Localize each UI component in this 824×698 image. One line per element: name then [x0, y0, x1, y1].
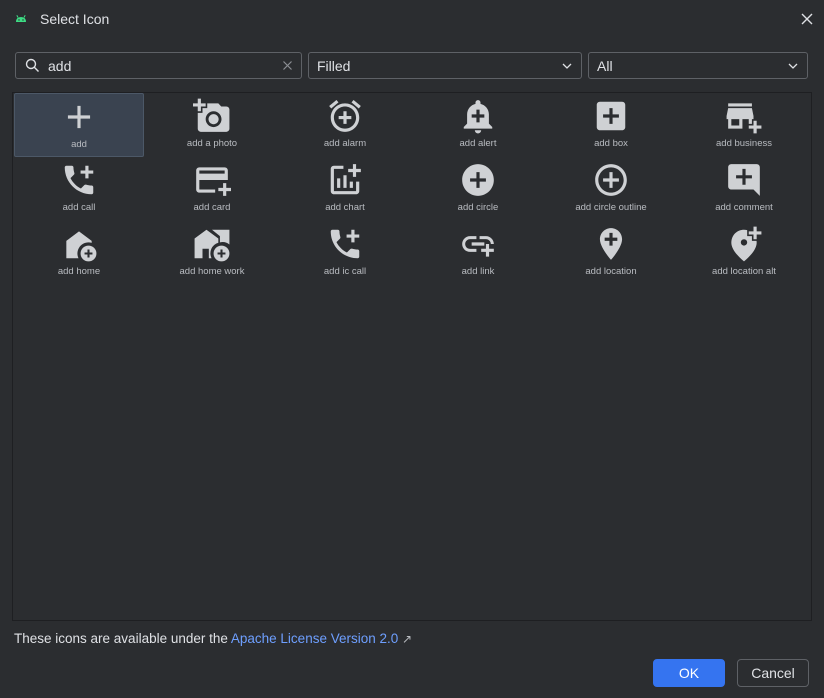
icon-label: add alert — [459, 138, 497, 149]
icon-grid: add add a photo add alarm add alert add — [14, 93, 812, 285]
add-alarm-icon — [329, 99, 361, 132]
icon-cell-add-alarm[interactable]: add alarm — [280, 93, 410, 157]
icon-label: add card — [193, 202, 231, 213]
android-icon — [16, 15, 26, 22]
close-icon[interactable] — [798, 10, 816, 28]
external-link-icon: ↗ — [402, 632, 413, 646]
add-card-icon — [196, 167, 231, 196]
search-box — [15, 52, 302, 79]
icon-label: add a photo — [186, 138, 238, 149]
icon-label: add home work — [179, 266, 245, 277]
license-text: These icons are available under the — [14, 631, 231, 646]
icon-label: add chart — [325, 202, 365, 213]
chevron-down-icon — [788, 63, 798, 69]
icon-label: add call — [62, 202, 96, 213]
icon-label: add location — [585, 266, 637, 277]
add-ic-call-icon — [330, 229, 360, 259]
style-dropdown-value: Filled — [317, 58, 351, 74]
icon-cell-add[interactable]: add — [14, 93, 144, 157]
icon-label: add — [71, 139, 87, 150]
icon-cell-add-location[interactable]: add location — [546, 221, 676, 285]
icon-cell-add-comment[interactable]: add comment — [679, 157, 809, 221]
add-home-work-icon — [194, 229, 230, 262]
license-note: These icons are available under the Apac… — [14, 631, 412, 646]
add-circle-outline-icon — [595, 164, 627, 196]
icon-cell-add-box[interactable]: add box — [546, 93, 676, 157]
icon-cell-add-a-photo[interactable]: add a photo — [147, 93, 277, 157]
add-alert-icon — [463, 100, 493, 134]
style-dropdown[interactable]: Filled — [308, 52, 582, 79]
icon-label: add link — [461, 266, 495, 277]
add-home-icon — [66, 231, 97, 262]
icon-cell-add-home[interactable]: add home — [14, 221, 144, 285]
add-circle-icon — [462, 164, 494, 196]
add-location-icon — [599, 228, 623, 260]
icon-label: add circle — [457, 202, 499, 213]
add-box-icon — [596, 101, 626, 131]
cancel-button[interactable]: Cancel — [737, 659, 809, 687]
ok-button[interactable]: OK — [653, 659, 725, 687]
search-icon — [25, 58, 39, 72]
add-chart-icon — [330, 164, 361, 195]
icon-cell-add-circle-outline[interactable]: add circle outline — [546, 157, 676, 221]
category-dropdown-value: All — [597, 58, 613, 74]
add-a-photo-icon — [193, 98, 230, 132]
icon-label: add circle outline — [575, 202, 647, 213]
add-business-icon — [726, 103, 762, 134]
icon-grid-panel: add add a photo add alarm add alert add — [12, 92, 812, 621]
plus-icon — [67, 105, 91, 129]
icon-cell-add-business[interactable]: add business — [679, 93, 809, 157]
license-link[interactable]: Apache License Version 2.0 — [231, 631, 398, 646]
icon-cell-add-circle[interactable]: add circle — [413, 157, 543, 221]
icon-cell-add-card[interactable]: add card — [147, 157, 277, 221]
category-dropdown[interactable]: All — [588, 52, 808, 79]
icon-cell-add-location-alt[interactable]: add location alt — [679, 221, 809, 285]
add-link-icon — [462, 236, 494, 257]
title-bar: Select Icon — [0, 0, 824, 38]
icon-label: add box — [594, 138, 628, 149]
icon-cell-add-alert[interactable]: add alert — [413, 93, 543, 157]
icon-cell-add-home-work[interactable]: add home work — [147, 221, 277, 285]
add-call-icon — [64, 165, 94, 195]
icon-label: add location alt — [712, 266, 776, 277]
icon-label: add ic call — [323, 266, 367, 277]
icon-label: add home — [57, 266, 101, 277]
icon-cell-add-call[interactable]: add call — [14, 157, 144, 221]
add-comment-icon — [728, 164, 760, 196]
icon-label: add comment — [715, 202, 773, 213]
chevron-down-icon — [562, 63, 572, 69]
search-input[interactable] — [48, 56, 278, 75]
add-location-alt-icon — [731, 226, 762, 262]
dialog-title: Select Icon — [40, 11, 110, 27]
icon-label: add business — [716, 138, 772, 149]
icon-cell-add-link[interactable]: add link — [413, 221, 543, 285]
icon-cell-add-chart[interactable]: add chart — [280, 157, 410, 221]
icon-cell-add-ic-call[interactable]: add ic call — [280, 221, 410, 285]
icon-label: add alarm — [323, 138, 367, 149]
clear-search-icon[interactable] — [282, 60, 293, 71]
